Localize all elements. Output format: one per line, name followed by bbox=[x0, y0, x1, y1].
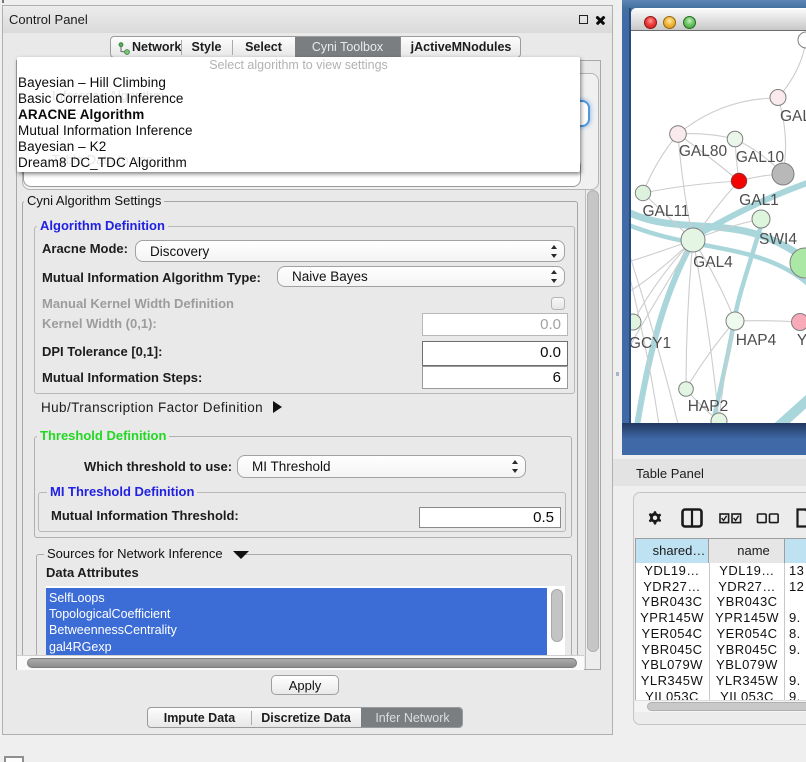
svg-text:GAL80: GAL80 bbox=[679, 143, 728, 160]
svg-text:GAL10: GAL10 bbox=[736, 149, 785, 166]
svg-text:Y: Y bbox=[797, 332, 806, 349]
svg-text:GAL2: GAL2 bbox=[780, 108, 806, 125]
svg-text:HAP4: HAP4 bbox=[736, 332, 777, 349]
svg-text:GAL1: GAL1 bbox=[739, 192, 779, 209]
svg-text:GAL11: GAL11 bbox=[642, 203, 689, 220]
svg-text:SWI4: SWI4 bbox=[759, 231, 797, 248]
svg-text:HAP2: HAP2 bbox=[688, 398, 729, 415]
svg-text:GCY1: GCY1 bbox=[631, 335, 671, 352]
svg-text:GAL4: GAL4 bbox=[693, 254, 733, 271]
